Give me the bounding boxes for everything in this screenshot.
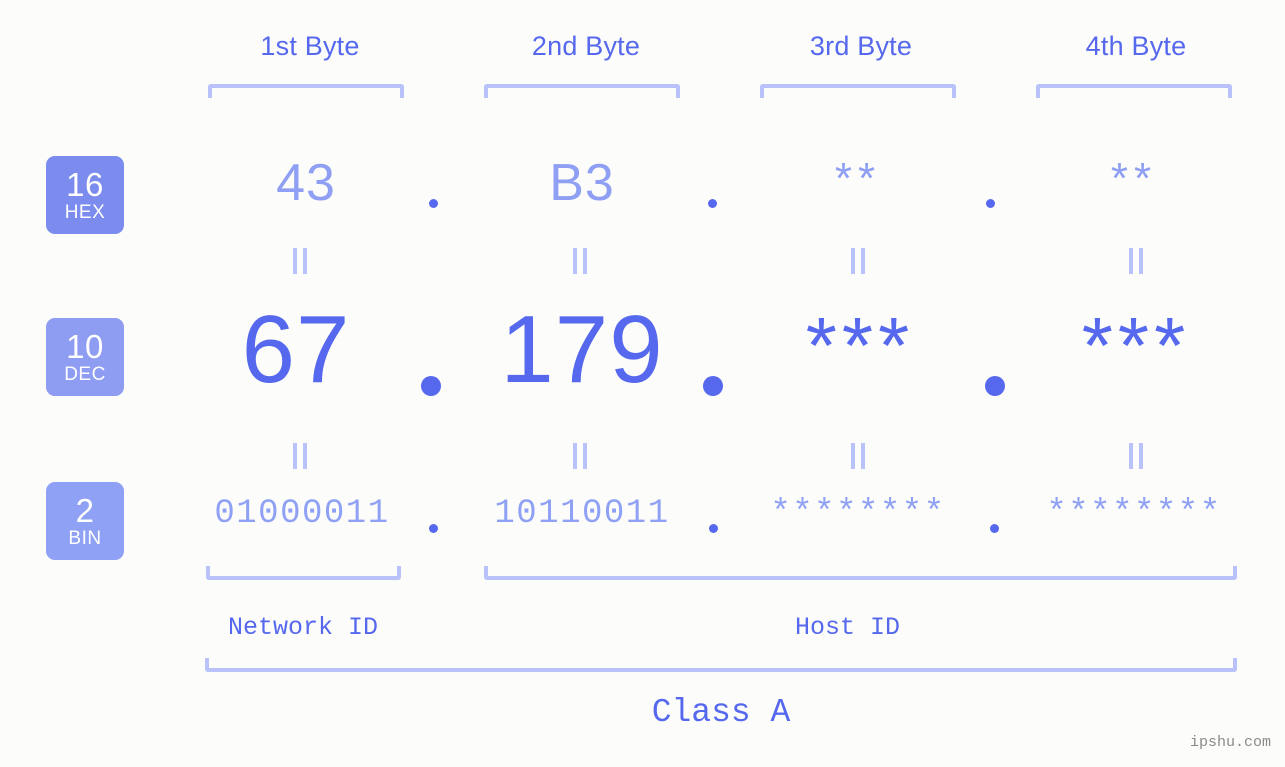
- base-badge-hex-label: HEX: [64, 202, 106, 223]
- bin-separator-dot-3: [990, 524, 999, 533]
- equals-mark-hex-dec-1: [293, 248, 307, 274]
- byte-header-2: 2nd Byte: [531, 31, 641, 61]
- equals-mark-hex-dec-4: [1129, 248, 1143, 274]
- base-badge-dec-number: 10: [66, 328, 104, 365]
- bin-value-byte-4: ********: [1046, 495, 1222, 533]
- dec-separator-dot-1: [421, 376, 441, 396]
- dec-value-byte-4: ***: [1081, 301, 1191, 390]
- base-badge-hex-number: 16: [66, 166, 104, 203]
- base-badge-hex: 16 HEX: [46, 156, 124, 234]
- ip-address-breakdown-diagram: 1st Byte 2nd Byte 3rd Byte 4th Byte 16 H…: [0, 0, 1285, 767]
- base-badge-dec: 10 DEC: [46, 318, 124, 396]
- byte-bracket-4: [1036, 84, 1232, 98]
- class-label: Class A: [651, 694, 791, 731]
- equals-mark-dec-bin-3: [851, 443, 865, 469]
- equals-mark-hex-dec-2: [573, 248, 587, 274]
- equals-mark-dec-bin-2: [573, 443, 587, 469]
- base-badge-bin-label: BIN: [68, 528, 102, 549]
- base-badge-bin-number: 2: [75, 492, 95, 529]
- hex-value-byte-2: B3: [549, 154, 615, 212]
- network-id-label: Network ID: [227, 613, 379, 642]
- bin-separator-dot-2: [709, 524, 718, 533]
- byte-header-1: 1st Byte: [260, 31, 360, 61]
- byte-bracket-1: [208, 84, 404, 98]
- host-id-bracket: [484, 566, 1237, 580]
- byte-bracket-2: [484, 84, 680, 98]
- hex-separator-dot-3: [986, 199, 995, 208]
- dec-separator-dot-3: [985, 376, 1005, 396]
- bin-separator-dot-1: [429, 524, 438, 533]
- dec-value-byte-2: 179: [500, 296, 664, 403]
- equals-mark-dec-bin-1: [293, 443, 307, 469]
- base-badge-dec-label: DEC: [64, 364, 106, 385]
- byte-header-3: 3rd Byte: [809, 31, 913, 61]
- dec-separator-dot-2: [703, 376, 723, 396]
- bin-value-byte-3: ********: [770, 495, 946, 533]
- hex-separator-dot-1: [429, 199, 438, 208]
- hex-separator-dot-2: [708, 199, 717, 208]
- watermark: ipshu.com: [1189, 734, 1271, 751]
- dec-value-byte-1: 67: [241, 296, 351, 403]
- hex-value-byte-3: **: [834, 154, 882, 203]
- network-id-bracket: [206, 566, 401, 580]
- hex-value-byte-1: 43: [276, 154, 336, 212]
- bin-value-byte-2: 10110011: [494, 495, 670, 533]
- dec-value-byte-3: ***: [805, 301, 915, 390]
- equals-mark-dec-bin-4: [1129, 443, 1143, 469]
- bin-value-byte-1: 01000011: [214, 495, 390, 533]
- hex-value-byte-4: **: [1110, 154, 1158, 203]
- host-id-label: Host ID: [794, 613, 901, 642]
- byte-header-4: 4th Byte: [1085, 31, 1187, 61]
- class-bracket: [205, 658, 1237, 672]
- equals-mark-hex-dec-3: [851, 248, 865, 274]
- base-badge-bin: 2 BIN: [46, 482, 124, 560]
- byte-bracket-3: [760, 84, 956, 98]
